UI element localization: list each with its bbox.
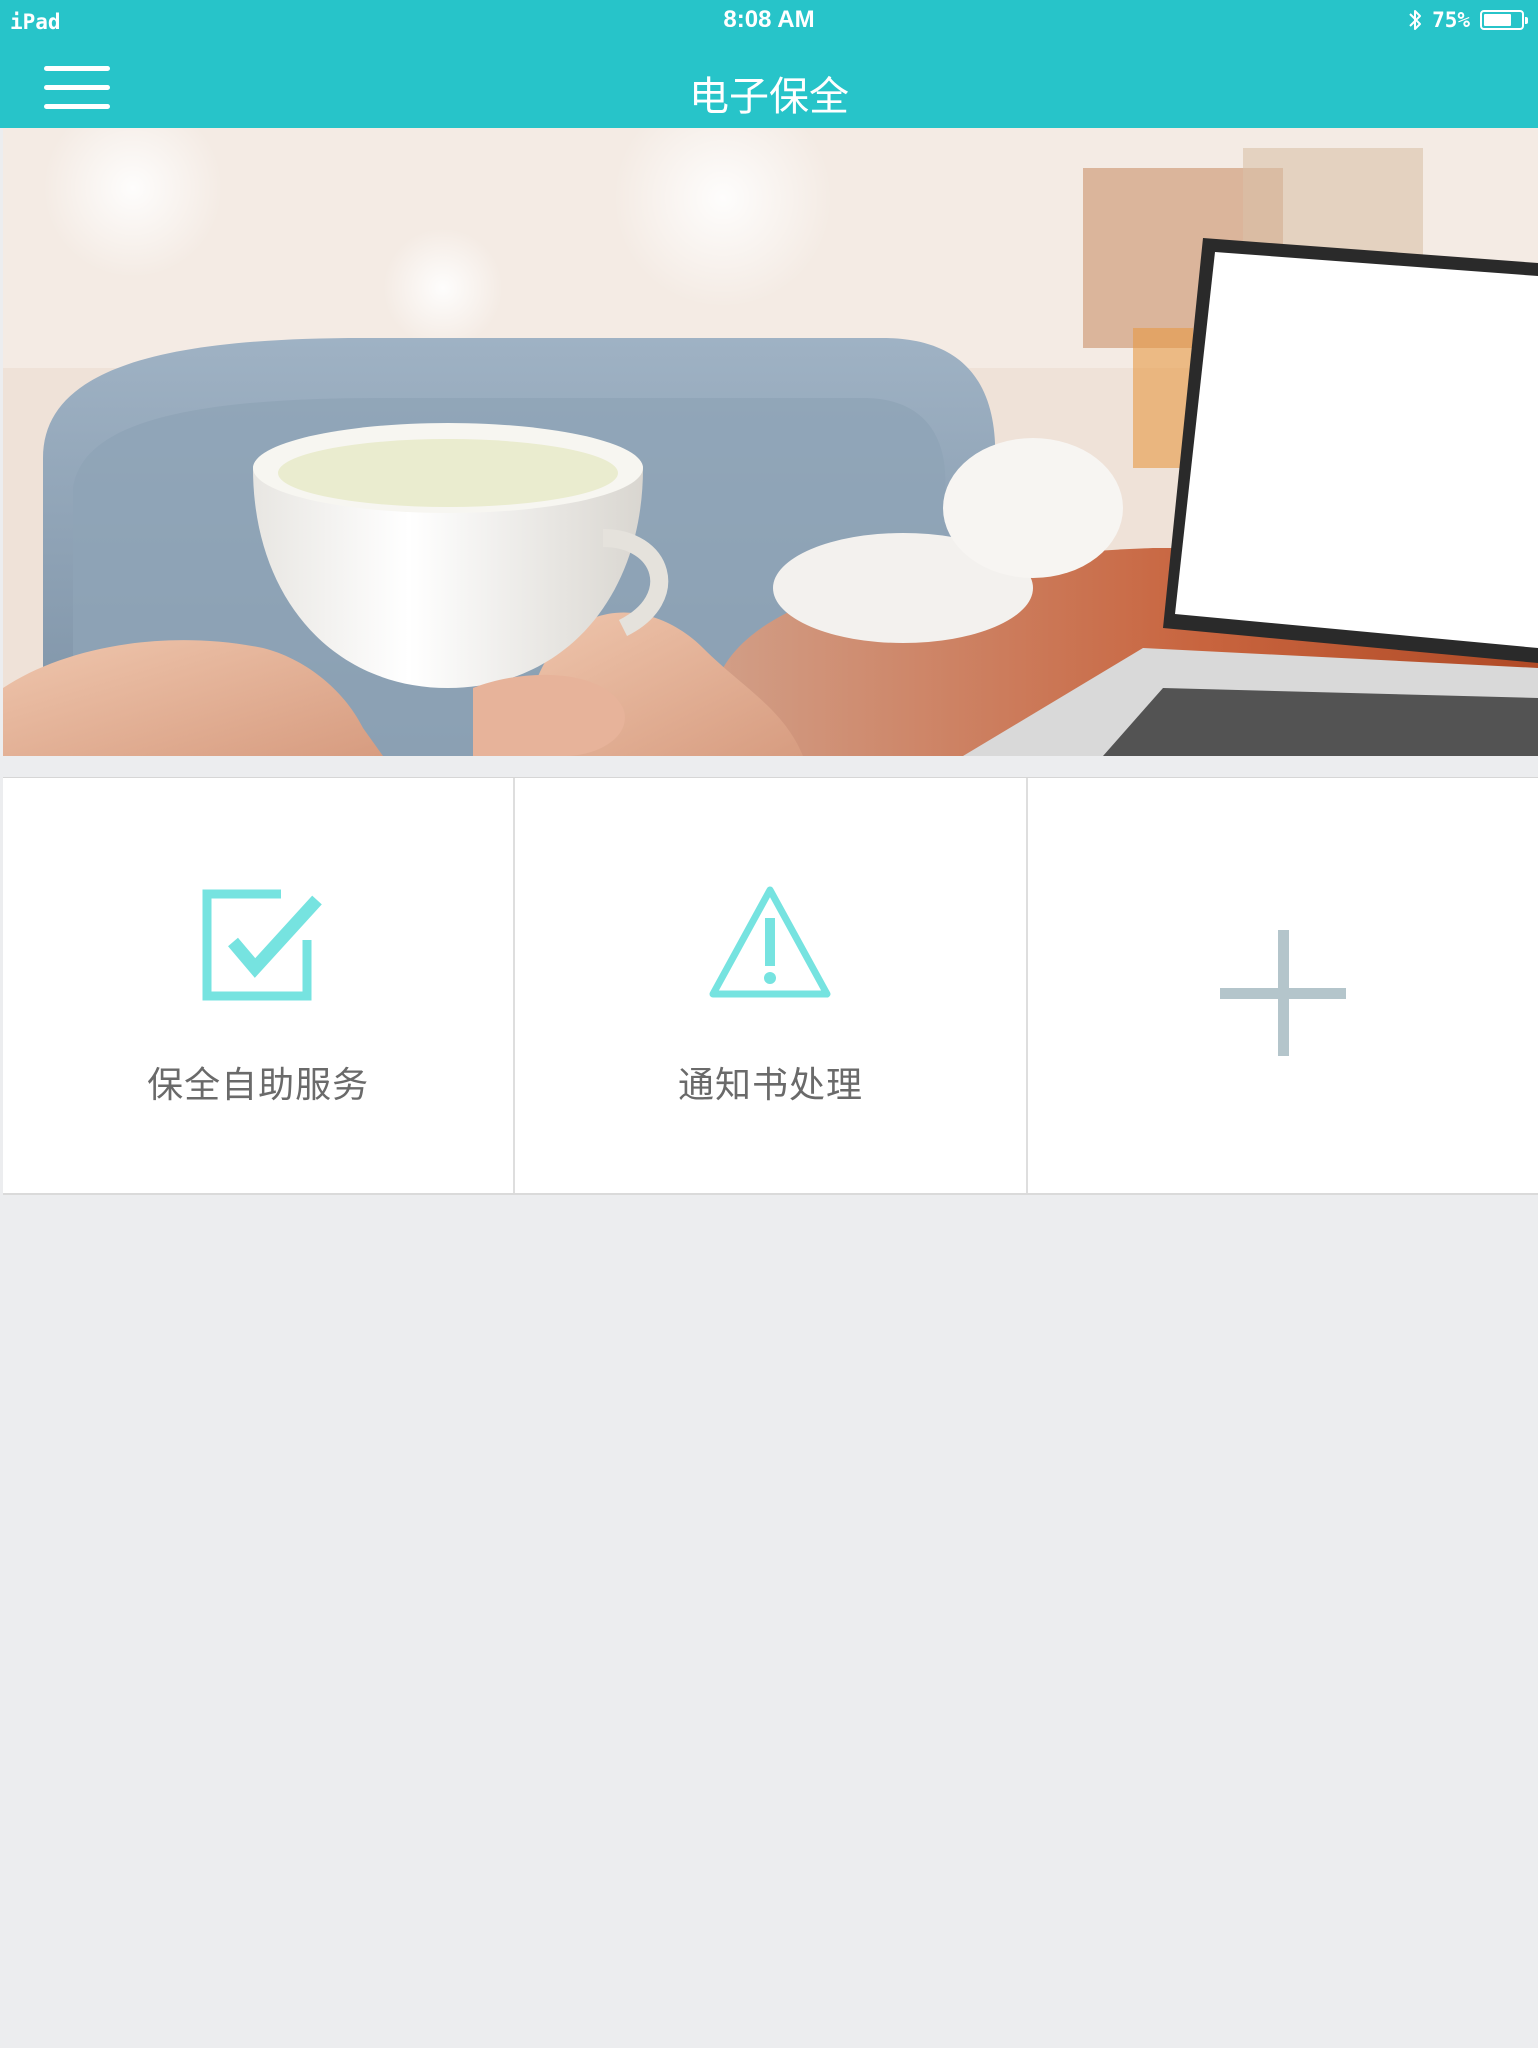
hero-banner-image [3,128,1538,756]
battery-icon [1480,10,1528,30]
app-screen: iPad 8:08 AM 75% 电子保全 保全自助服务 通知书处理 [0,0,1538,2048]
service-tiles: 保全自助服务 通知书处理 [3,777,1538,1195]
bluetooth-icon [1409,10,1422,30]
battery-level [1484,14,1511,26]
tile-self-service[interactable]: 保全自助服务 [3,778,516,1193]
tile-label-self-service: 保全自助服务 [147,1065,370,1106]
page-title: 电子保全 [689,74,849,120]
tile-label-notice-processing: 通知书处理 [677,1065,863,1106]
status-right: 75% [1408,8,1528,32]
hero-illustration [3,128,1538,756]
tile-notice-processing[interactable]: 通知书处理 [515,778,1028,1193]
navigation-bar: 电子保全 [0,44,1538,128]
warning-triangle-icon [705,880,835,1010]
tile-add[interactable] [1027,778,1538,1193]
status-bar: iPad 8:08 AM 75% [0,0,1538,44]
checkbox-check-icon [193,880,323,1010]
battery-percent: 75% [1432,8,1470,32]
status-time: 8:08 AM [723,6,815,33]
plus-icon [1218,928,1348,1058]
